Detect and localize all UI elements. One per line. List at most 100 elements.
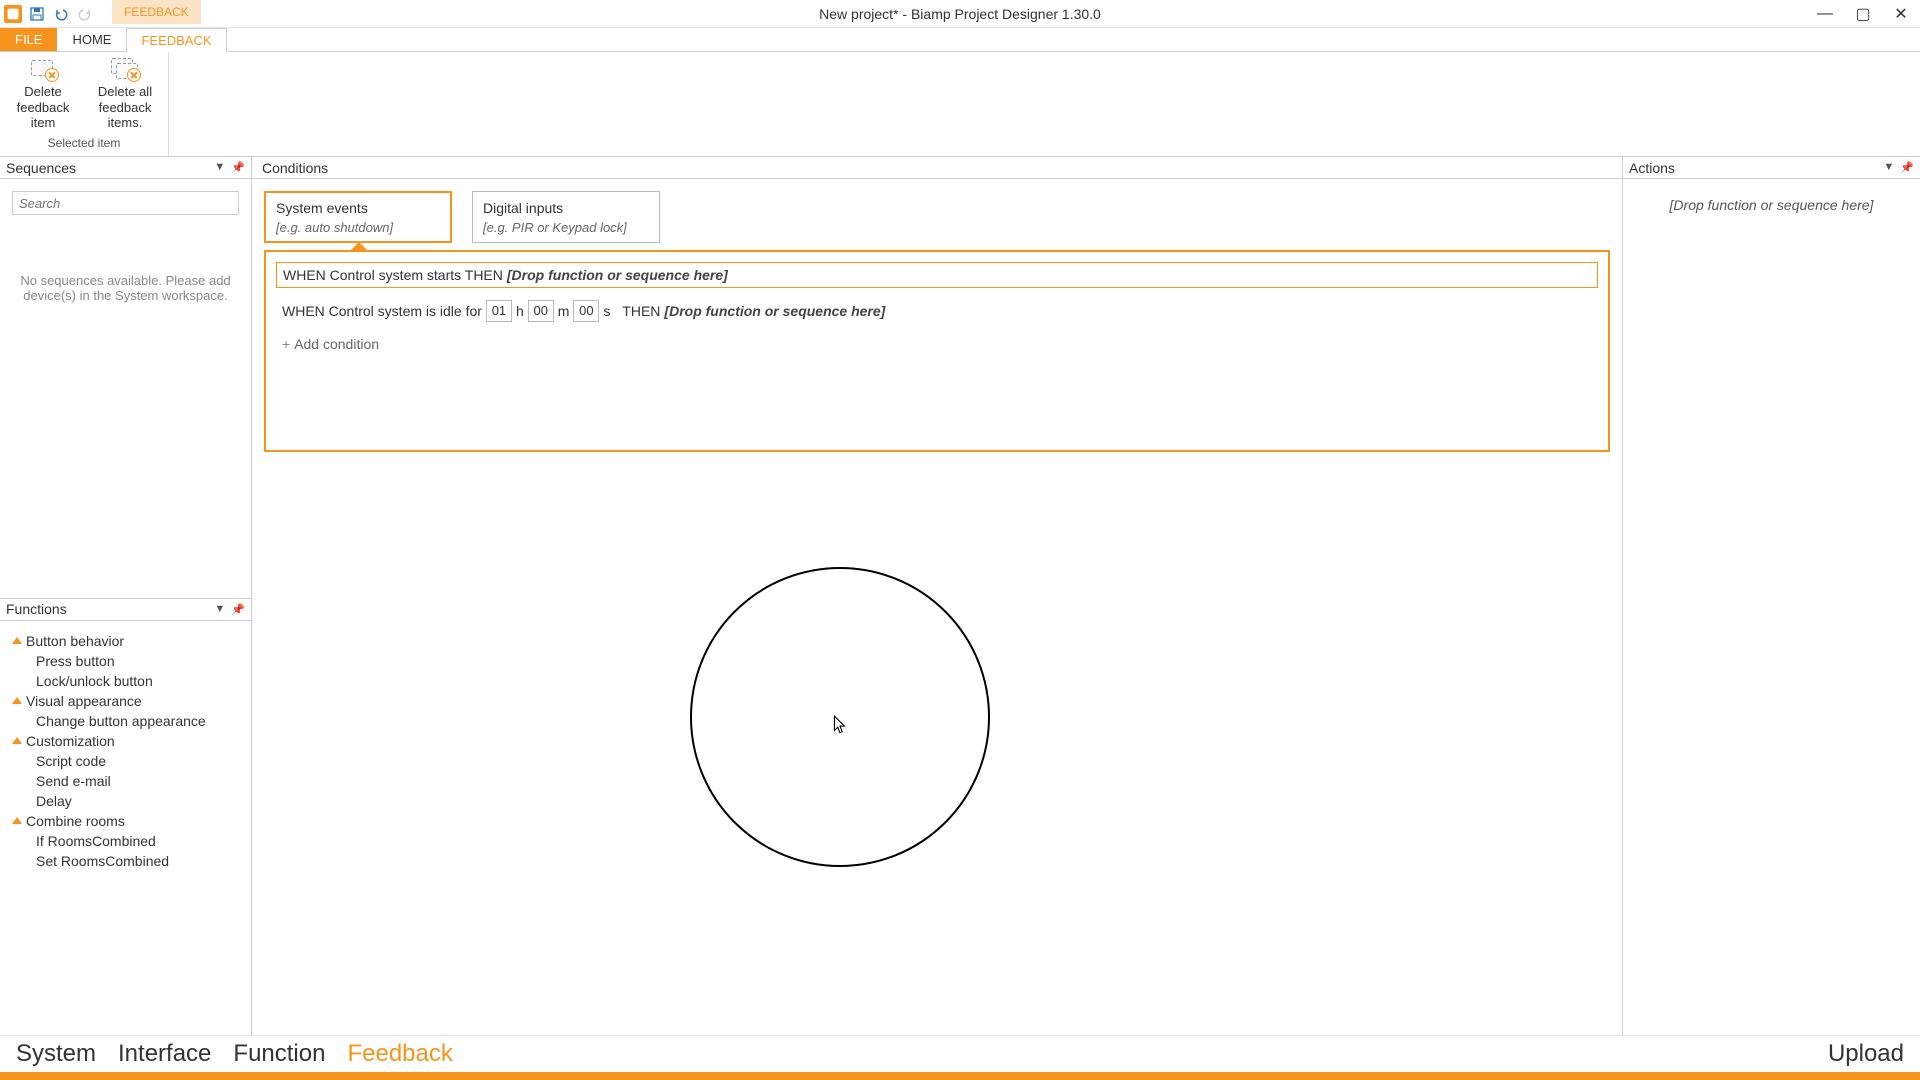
ribbon-button-label: Delete all feedback items.	[90, 84, 160, 131]
condition-tab-system-events[interactable]: System events [e.g. auto shutdown]	[264, 191, 452, 243]
plus-icon: +	[282, 336, 290, 352]
add-condition-button[interactable]: + Add condition	[276, 334, 385, 354]
actions-drop-target[interactable]: [Drop function or sequence here]	[1641, 197, 1902, 213]
function-group-button-behavior[interactable]: Button behavior	[6, 631, 245, 651]
function-group-combine-rooms[interactable]: Combine rooms	[6, 811, 245, 831]
rule-text: THEN	[622, 303, 660, 319]
app-logo-icon[interactable]	[4, 5, 22, 23]
function-group-label: Customization	[26, 733, 115, 749]
rule-drop-target[interactable]: [Drop function or sequence here]	[664, 303, 885, 319]
ribbon-body: Delete feedback item Delete all feedback…	[0, 52, 1920, 157]
functions-pin-icon[interactable]: 📌	[231, 603, 245, 616]
bottom-tab-interface[interactable]: Interface	[118, 1040, 211, 1068]
functions-panel-body: Button behavior Press buttonLock/unlock b…	[0, 621, 251, 1036]
title-bar: FEEDBACK New project* - Biamp Project De…	[0, 0, 1920, 28]
close-button[interactable]: ✕	[1882, 0, 1920, 28]
bottom-tab-function[interactable]: Function	[233, 1040, 325, 1068]
rule-drop-target[interactable]: [Drop function or sequence here]	[507, 267, 728, 283]
bottom-tab-bar: System Interface Function Feedback Upload	[0, 1035, 1920, 1072]
sequences-dropdown-icon[interactable]: ▼	[214, 161, 225, 174]
save-icon[interactable]	[28, 5, 46, 23]
conditions-title: Conditions	[262, 160, 328, 176]
expand-icon	[12, 637, 22, 644]
ribbon-group-selected-item: Delete feedback item Delete all feedback…	[0, 52, 169, 156]
right-sidebar: Actions ▼ 📌 [Drop function or sequence he…	[1622, 157, 1920, 1035]
condition-tab-hint: [e.g. PIR or Keypad lock]	[483, 220, 649, 235]
conditions-container: WHEN Control system starts THEN [Drop fu…	[264, 250, 1610, 452]
idle-hours-input[interactable]: 01	[486, 300, 512, 322]
condition-rule-2[interactable]: WHEN Control system is idle for 01 h 00 …	[276, 296, 1598, 326]
status-bar	[0, 1072, 1920, 1080]
function-group-label: Visual appearance	[26, 693, 142, 709]
sequences-panel-body: No sequences available. Please add devic…	[0, 179, 251, 599]
ribbon-group-label: Selected item	[8, 136, 160, 152]
functions-dropdown-icon[interactable]: ▼	[214, 603, 225, 616]
ribbon-tabs: FILE HOME FEEDBACK	[0, 28, 1920, 52]
unit-label: s	[603, 303, 610, 319]
tab-feedback[interactable]: FEEDBACK	[126, 28, 226, 52]
delete-feedback-item-button[interactable]: Delete feedback item	[8, 58, 78, 131]
function-item[interactable]: If RoomsCombined	[6, 831, 245, 851]
function-group-label: Combine rooms	[26, 813, 125, 829]
actions-dropdown-icon[interactable]: ▼	[1883, 161, 1894, 174]
functions-title: Functions	[6, 601, 67, 617]
tab-home[interactable]: HOME	[57, 27, 126, 51]
context-tab-feedback: FEEDBACK	[112, 0, 201, 24]
minimize-button[interactable]: —	[1806, 0, 1844, 28]
delete-all-feedback-button[interactable]: Delete all feedback items.	[90, 58, 160, 131]
function-item[interactable]: Lock/unlock button	[6, 671, 245, 691]
bottom-tab-feedback[interactable]: Feedback	[347, 1040, 452, 1068]
redo-icon[interactable]	[76, 5, 94, 23]
functions-panel-header: Functions ▼ 📌	[0, 599, 251, 621]
function-group-customization[interactable]: Customization	[6, 731, 245, 751]
delete-item-icon	[29, 58, 57, 80]
function-item[interactable]: Change button appearance	[6, 711, 245, 731]
center-panel: Conditions System events [e.g. auto shutd…	[252, 157, 1622, 1035]
condition-tab-title: Digital inputs	[483, 200, 649, 216]
undo-icon[interactable]	[52, 5, 70, 23]
actions-title: Actions	[1629, 160, 1675, 176]
add-condition-label: Add condition	[294, 336, 379, 352]
upload-button[interactable]: Upload	[1828, 1040, 1904, 1068]
unit-label: h	[516, 303, 524, 319]
idle-seconds-input[interactable]: 00	[573, 300, 599, 322]
rule-text: WHEN Control system starts THEN	[283, 267, 503, 283]
sequences-title: Sequences	[6, 160, 76, 176]
function-item[interactable]: Delay	[6, 791, 245, 811]
actions-panel-header: Actions ▼ 📌	[1623, 157, 1920, 179]
function-item[interactable]: Send e-mail	[6, 771, 245, 791]
idle-minutes-input[interactable]: 00	[528, 300, 554, 322]
tab-file[interactable]: FILE	[0, 27, 57, 51]
sequences-pin-icon[interactable]: 📌	[231, 161, 245, 174]
actions-panel-body: [Drop function or sequence here]	[1623, 179, 1920, 1035]
delete-all-icon	[111, 58, 139, 80]
expand-icon	[12, 737, 22, 744]
window-title: New project* - Biamp Project Designer 1.…	[819, 6, 1101, 22]
function-group-visual-appearance[interactable]: Visual appearance	[6, 691, 245, 711]
conditions-panel-body: System events [e.g. auto shutdown] Digital…	[252, 179, 1622, 1035]
sequences-empty-message: No sequences available. Please add devic…	[12, 273, 239, 303]
condition-tab-title: System events	[276, 200, 440, 216]
sequences-panel-header: Sequences ▼ 📌	[0, 157, 251, 179]
quick-access-toolbar	[0, 5, 94, 23]
expand-icon	[12, 817, 22, 824]
function-group-label: Button behavior	[26, 633, 124, 649]
condition-tab-hint: [e.g. auto shutdown]	[276, 220, 440, 235]
left-sidebar: Sequences ▼ 📌 No sequences available. Ple…	[0, 157, 252, 1035]
function-item[interactable]: Press button	[6, 651, 245, 671]
function-item[interactable]: Set RoomsCombined	[6, 851, 245, 871]
function-item[interactable]: Script code	[6, 751, 245, 771]
condition-tab-digital-inputs[interactable]: Digital inputs [e.g. PIR or Keypad lock]	[472, 191, 660, 243]
expand-icon	[12, 697, 22, 704]
workspace: Sequences ▼ 📌 No sequences available. Ple…	[0, 157, 1920, 1035]
sequences-search-input[interactable]	[12, 191, 239, 215]
tab-pointer-icon	[350, 242, 368, 251]
rule-text: WHEN Control system is idle for	[282, 303, 482, 319]
bottom-tab-system[interactable]: System	[16, 1040, 96, 1068]
unit-label: m	[558, 303, 570, 319]
condition-rule-1[interactable]: WHEN Control system starts THEN [Drop fu…	[276, 262, 1598, 288]
ribbon-button-label: Delete feedback item	[8, 84, 78, 131]
maximize-button[interactable]: ▢	[1844, 0, 1882, 28]
actions-pin-icon[interactable]: 📌	[1900, 161, 1914, 174]
conditions-panel-header: Conditions	[252, 157, 1622, 179]
